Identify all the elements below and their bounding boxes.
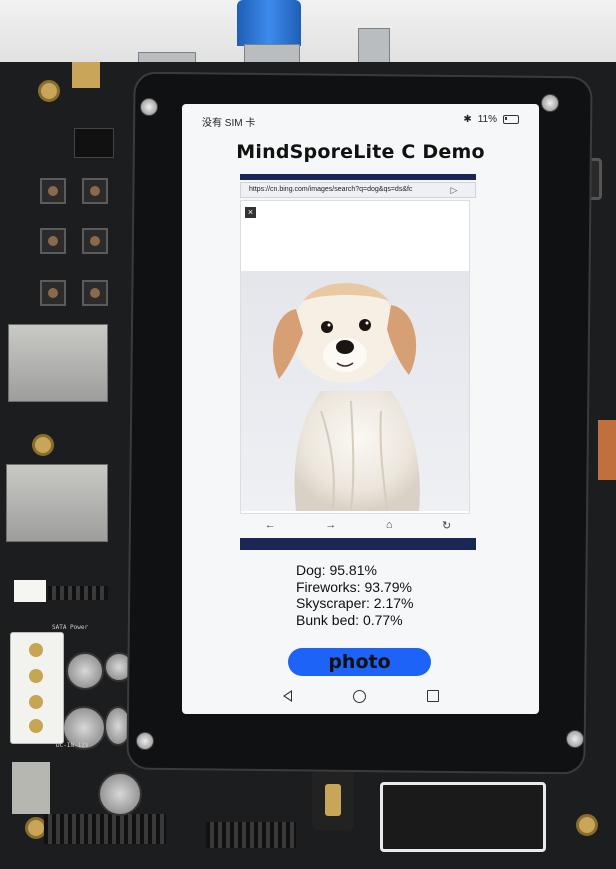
ethernet-port-1 [8,324,108,402]
molex-connector [10,632,64,744]
webview-panel: × [240,200,470,514]
close-icon[interactable]: × [245,207,256,218]
home-circle-icon[interactable] [352,689,366,703]
board-button [82,178,108,204]
status-bar: 没有 SIM 卡 ✱ 11% [182,112,539,129]
webview-top-bar [240,174,476,180]
usb-cable [237,0,301,46]
dc-jack [12,762,50,814]
silkscreen-label: SATA Power [52,624,89,631]
result-line: Bunk bed: 0.77% [296,611,403,628]
refresh-icon[interactable]: ↻ [442,519,451,532]
board-button [82,228,108,254]
dog-photo [241,271,469,511]
background-wall [0,0,616,70]
connector-white [14,580,46,602]
url-input[interactable]: https://cn.bing.com/images/search?q=dog&… [240,182,476,198]
board-button [40,280,66,306]
webview-bottom-bar [240,538,476,550]
back-icon[interactable] [282,690,292,702]
pin-header [44,814,166,844]
board-button [40,178,66,204]
screw [566,730,584,748]
micro-usb-port [72,62,100,88]
screw [140,98,158,116]
capacitor [98,772,142,816]
screw [541,94,559,112]
board-button [40,228,66,254]
board-button [82,280,108,306]
pin-header [206,822,296,848]
screw [136,732,154,750]
antenna-board [380,782,546,852]
ethernet-port-2 [6,464,108,542]
dog-image [272,283,420,511]
system-nav-bar [182,684,539,708]
pin-header [48,586,108,600]
photo-button[interactable]: photo [288,648,431,676]
send-icon[interactable]: ▷ [444,182,464,198]
capacitor [66,652,104,690]
mount-hole [576,814,598,836]
result-line: Fireworks: 93.79% [296,578,412,595]
mount-hole [32,434,54,456]
carrier-text: 没有 SIM 卡 [202,118,256,129]
classification-results: Dog: 95.81% Fireworks: 93.79% Skyscraper… [296,562,414,628]
bluetooth-icon: ✱ [463,114,472,125]
chip [74,128,114,158]
back-arrow-icon[interactable]: ← [265,519,276,531]
battery-text: 11% [477,114,497,125]
webview-nav-bar: ← → ⌂ ↻ [240,514,476,536]
battery-icon [503,115,519,124]
audio-jack [312,770,354,830]
result-line: Dog: 95.81% [296,562,377,578]
device-screen: 没有 SIM 卡 ✱ 11% MindSporeLite C Demo http… [182,104,539,714]
app-title: MindSporeLite C Demo [236,141,485,163]
result-line: Skyscraper: 2.17% [296,595,414,611]
mount-hole [38,80,60,102]
forward-arrow-icon[interactable]: → [325,519,336,531]
ribbon-cable [598,420,616,480]
recents-icon[interactable] [426,690,439,702]
home-icon[interactable]: ⌂ [386,519,393,531]
